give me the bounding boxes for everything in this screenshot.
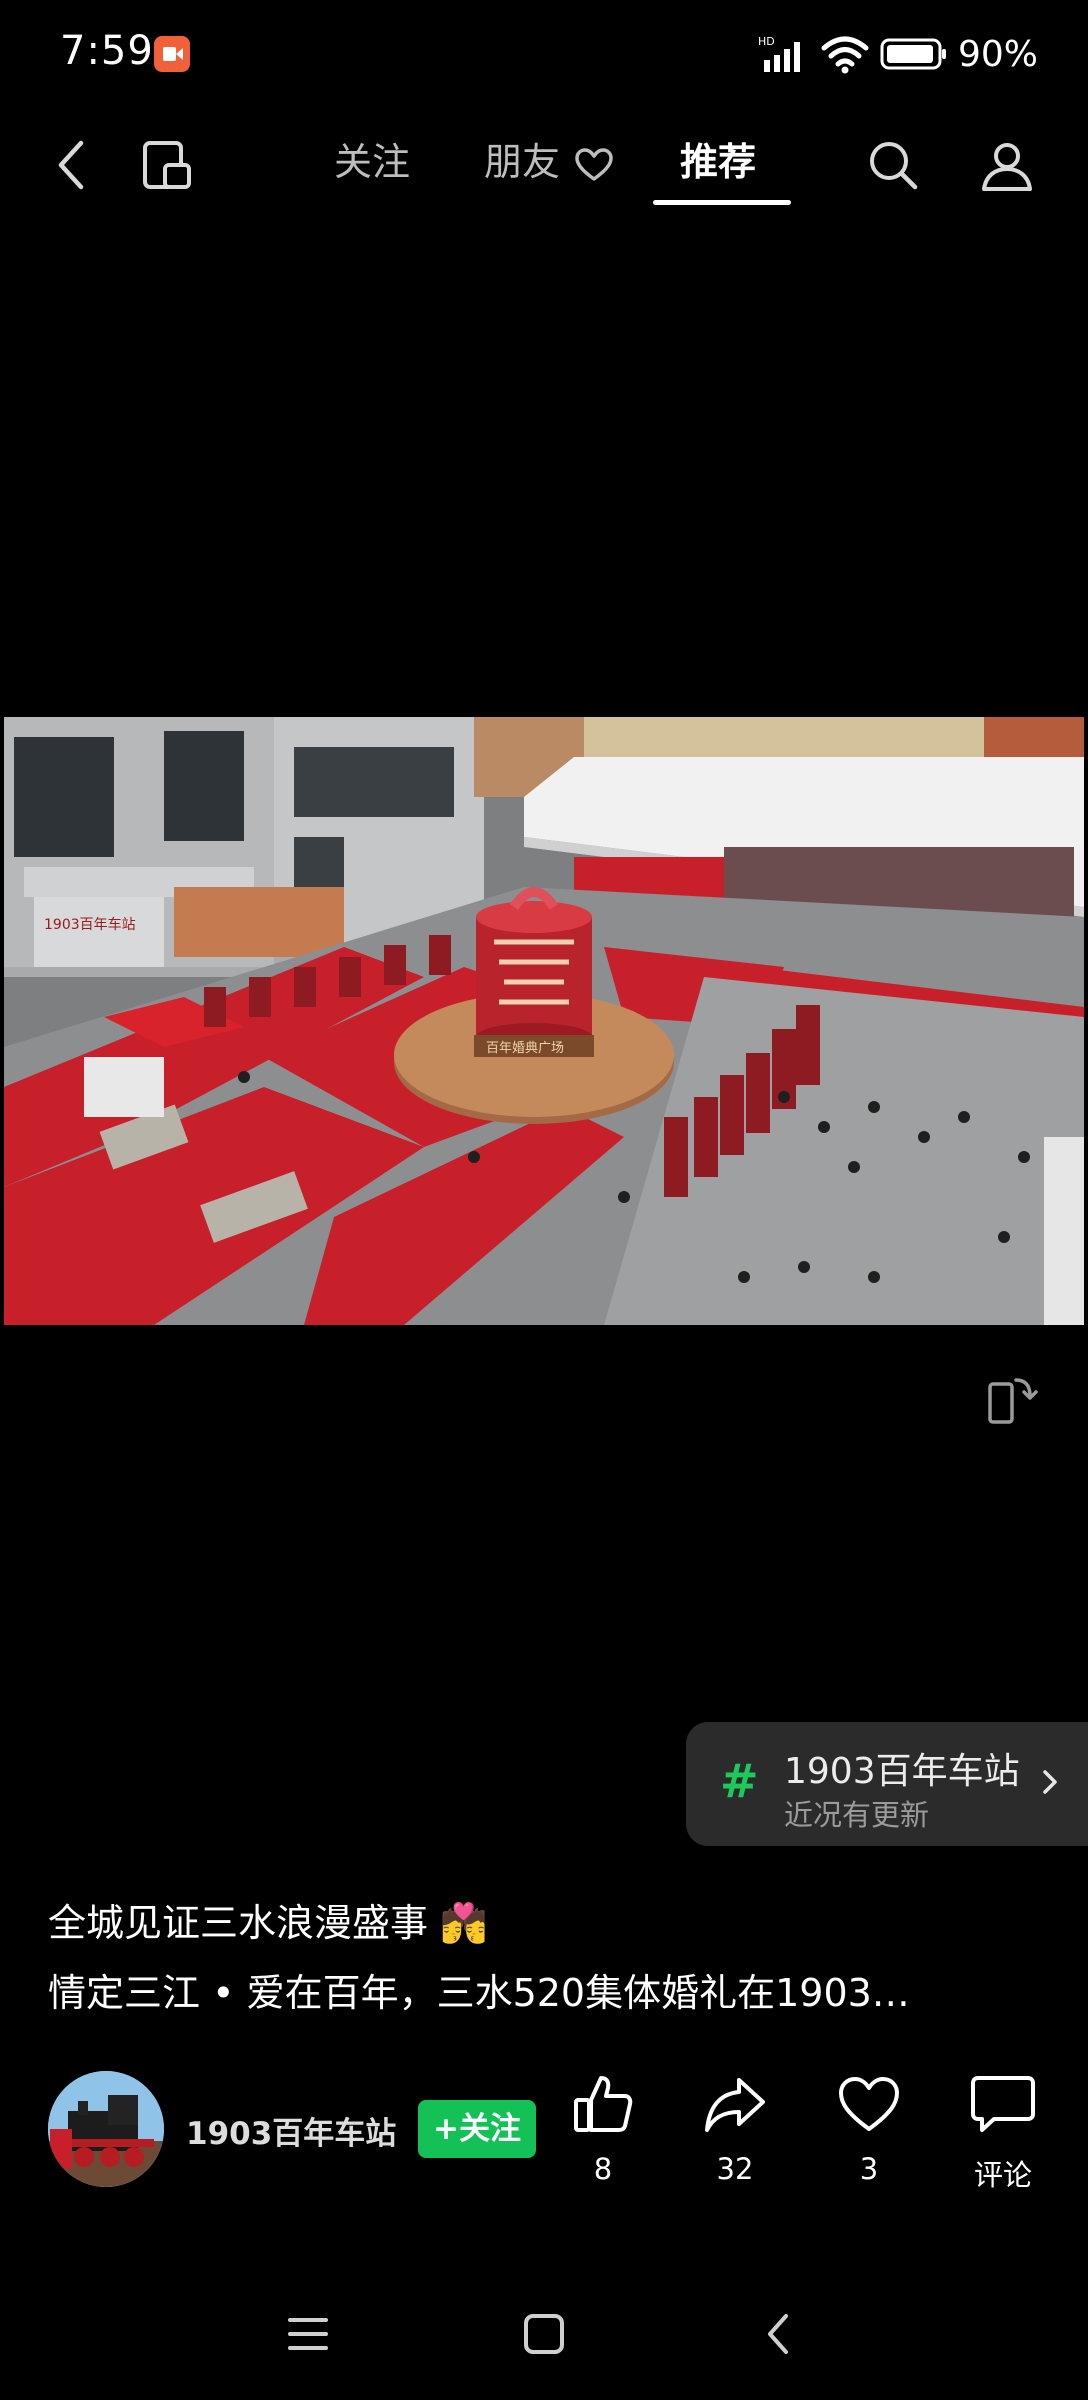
comment-bubble-icon bbox=[958, 2068, 1048, 2140]
topic-title: 1903百年车站 bbox=[784, 1751, 1020, 1792]
status-icons: HD 90% bbox=[758, 30, 1038, 78]
thumbs-up-icon bbox=[558, 2068, 648, 2140]
system-back-icon[interactable] bbox=[760, 2310, 796, 2358]
author-avatar[interactable] bbox=[48, 2071, 164, 2187]
caption-body[interactable]: 情定三江 • 爱在百年，三水520集体婚礼在1903… bbox=[48, 1962, 1008, 2017]
tab-friends-label: 朋友 bbox=[484, 140, 561, 184]
caption-title: 全城见证三水浪漫盛事 💏 bbox=[48, 1901, 488, 1945]
hd-badge: HD bbox=[758, 35, 775, 48]
search-icon[interactable] bbox=[858, 130, 928, 200]
video-player[interactable]: 1903百年车站 百年婚典广场 bbox=[4, 717, 1084, 1325]
screen-record-icon bbox=[154, 36, 190, 72]
back-icon[interactable] bbox=[36, 130, 106, 200]
favorite-count: 3 bbox=[859, 2152, 879, 2186]
topic-hash-icon: # bbox=[720, 1754, 759, 1808]
heart-outline-icon bbox=[824, 2068, 914, 2140]
tab-following[interactable]: 关注 bbox=[334, 132, 410, 192]
home-icon[interactable] bbox=[522, 2312, 566, 2356]
top-navigation: 关注 朋友 推荐 bbox=[0, 110, 1088, 220]
author-name[interactable]: 1903百年车站 bbox=[186, 2108, 396, 2153]
train-avatar-image bbox=[48, 2071, 164, 2187]
like-button[interactable]: 8 bbox=[558, 2068, 648, 2198]
topic-subtitle: 近况有更新 bbox=[784, 1798, 930, 1832]
favorite-button[interactable]: 3 bbox=[824, 2068, 914, 2198]
comment-button[interactable]: 评论 bbox=[958, 2068, 1048, 2198]
platform-sign-text: 百年婚典广场 bbox=[486, 1041, 564, 1056]
wifi-icon bbox=[821, 36, 869, 74]
tab-recommended[interactable]: 推荐 bbox=[680, 132, 756, 192]
signal-icon: HD bbox=[758, 35, 800, 72]
active-tab-indicator bbox=[653, 200, 791, 205]
share-count: 32 bbox=[716, 2152, 754, 2186]
status-time: 7:59 bbox=[60, 28, 154, 74]
tab-friends[interactable]: 朋友 bbox=[484, 132, 614, 192]
menu-icon[interactable] bbox=[286, 2312, 330, 2356]
system-navigation-bar bbox=[0, 2290, 1088, 2380]
profile-icon[interactable] bbox=[972, 130, 1042, 200]
battery-percent: 90% bbox=[957, 33, 1038, 75]
building-sign-text: 1903百年车站 bbox=[44, 916, 136, 933]
douyin-video-screen: 7:59 HD 90% 关注 朋友 推荐 1903百年车站 百年婚典广场 # 1… bbox=[0, 0, 1088, 2400]
heart-icon bbox=[575, 147, 613, 181]
video-frame-image: 1903百年车站 百年婚典广场 bbox=[4, 717, 1084, 1325]
status-bar: 7:59 HD 90% bbox=[0, 0, 1088, 110]
multi-window-icon[interactable] bbox=[132, 130, 202, 200]
like-count: 8 bbox=[593, 2152, 613, 2186]
share-arrow-icon bbox=[690, 2068, 780, 2140]
comment-label: 评论 bbox=[973, 2158, 1032, 2192]
rotate-screen-icon[interactable] bbox=[980, 1370, 1040, 1430]
follow-button[interactable]: +关注 bbox=[418, 2100, 536, 2158]
battery-icon bbox=[880, 38, 946, 70]
topic-chip[interactable]: # 1903百年车站 近况有更新 bbox=[686, 1722, 1088, 1846]
share-button[interactable]: 32 bbox=[690, 2068, 780, 2198]
chevron-right-icon bbox=[1043, 1770, 1057, 1794]
